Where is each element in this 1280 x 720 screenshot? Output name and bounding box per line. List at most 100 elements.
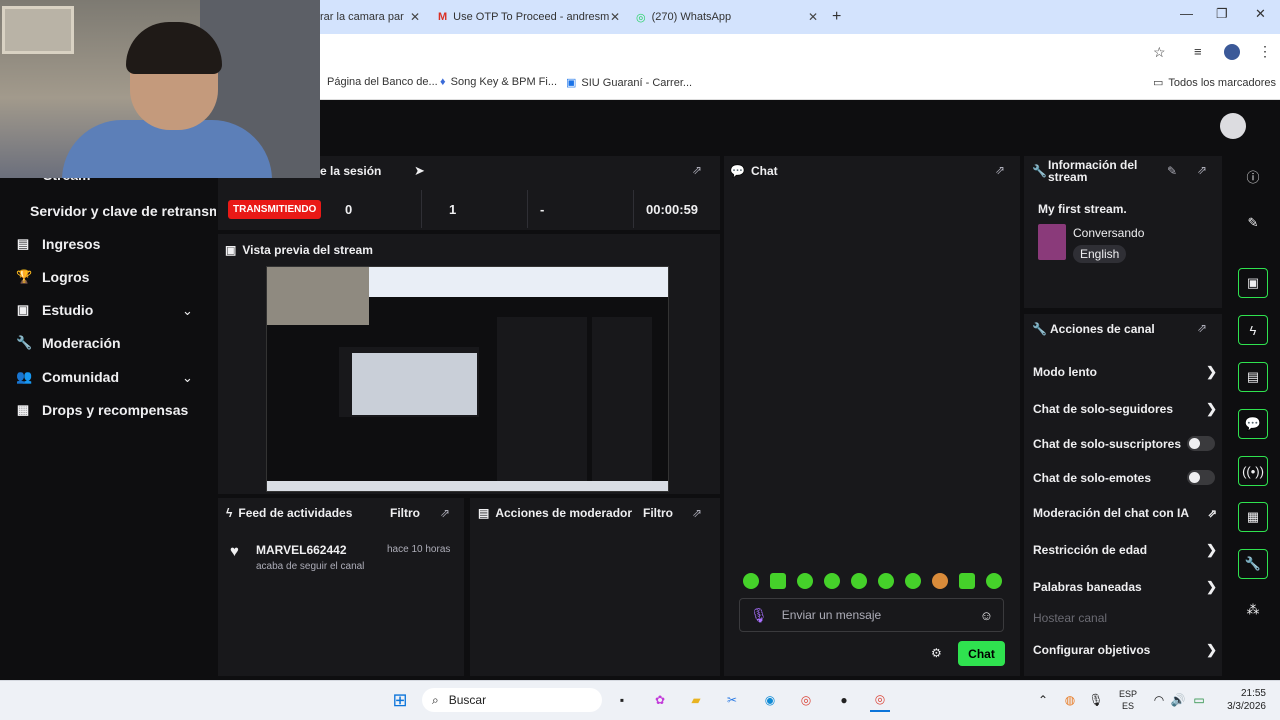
trophy-icon: 🏆 bbox=[16, 269, 33, 284]
clip-icon[interactable]: ▣ bbox=[1238, 268, 1268, 298]
popout-icon[interactable]: ⇗ bbox=[995, 163, 1005, 177]
task-view-icon[interactable]: ▪ bbox=[612, 688, 632, 712]
action-slow-mode[interactable]: Modo lento ❯ bbox=[1033, 364, 1217, 380]
info-icon[interactable]: ⓘ bbox=[1238, 161, 1268, 191]
new-tab-button[interactable]: + bbox=[832, 8, 841, 26]
popout-icon[interactable]: ⇗ bbox=[1197, 163, 1207, 177]
browser-tab[interactable]: ◎ (270) WhatsApp ✕ bbox=[630, 4, 824, 30]
battery-icon[interactable]: ▭ bbox=[1190, 688, 1208, 712]
wifi-icon[interactable]: ◠ bbox=[1150, 688, 1168, 712]
nav-item-logros[interactable]: 🏆 Logros bbox=[16, 269, 89, 285]
emoji-icon[interactable]: ☺ bbox=[980, 608, 993, 623]
action-followers-only[interactable]: Chat de solo-seguidores ❯ bbox=[1033, 401, 1217, 417]
toggle-switch[interactable] bbox=[1187, 470, 1215, 485]
nav-item-estudio[interactable]: ▣ Estudio bbox=[16, 302, 94, 318]
emote[interactable] bbox=[770, 573, 786, 589]
mod-filter-button[interactable]: Filtro bbox=[643, 506, 673, 520]
toggle-switch[interactable] bbox=[1187, 436, 1215, 451]
language-tag[interactable]: English bbox=[1073, 245, 1127, 263]
community-icon: 👥 bbox=[16, 369, 33, 384]
star-icon[interactable]: ☆ bbox=[1153, 44, 1166, 61]
emote[interactable] bbox=[932, 573, 948, 589]
chat-input-box[interactable]: 🎙 ☺ bbox=[739, 598, 1004, 632]
browser-tab[interactable]: M Use OTP To Proceed - andresm ✕ bbox=[430, 4, 626, 30]
nav-item-moderacion[interactable]: 🔧 Moderación bbox=[16, 335, 121, 351]
action-ai-moderation[interactable]: Moderación del chat con IA ⇗ bbox=[1033, 506, 1217, 520]
emote[interactable] bbox=[797, 573, 813, 589]
chrome-icon[interactable]: ◎ bbox=[796, 688, 816, 712]
feed-filter-button[interactable]: Filtro bbox=[390, 506, 420, 520]
action-subscribers-only[interactable]: Chat de solo-suscriptores bbox=[1033, 436, 1217, 451]
emote[interactable] bbox=[878, 573, 894, 589]
action-age-restriction[interactable]: Restricción de edad ❯ bbox=[1033, 542, 1217, 558]
bookmark[interactable]: Página del Banco de... bbox=[327, 76, 438, 88]
popout-icon[interactable]: ⇗ bbox=[692, 506, 702, 520]
feed-username[interactable]: MARVEL662442 bbox=[256, 543, 347, 557]
webcam-overlay bbox=[0, 0, 320, 178]
clock[interactable]: 21:55 3/3/2026 bbox=[1222, 687, 1266, 713]
windows-start-icon[interactable]: ⊞ bbox=[388, 688, 412, 712]
emote[interactable] bbox=[851, 573, 867, 589]
chevron-down-icon[interactable]: ⌄ bbox=[182, 370, 193, 386]
volume-icon[interactable]: 🔊 bbox=[1170, 688, 1186, 712]
bookmark[interactable]: ♦ Song Key & BPM Fi... bbox=[440, 76, 557, 88]
emote[interactable] bbox=[824, 573, 840, 589]
microphone-icon[interactable]: 🎙 bbox=[750, 607, 768, 624]
nav-item-server-key[interactable]: Servidor y clave de retransm bbox=[30, 203, 216, 219]
file-explorer-icon[interactable]: ▰ bbox=[686, 688, 706, 712]
minimize-icon[interactable]: — bbox=[1180, 6, 1193, 21]
emote[interactable] bbox=[905, 573, 921, 589]
taskbar-search[interactable]: ⌕ Buscar bbox=[422, 688, 602, 712]
media-icon[interactable]: ≡ bbox=[1194, 44, 1202, 59]
emote[interactable] bbox=[743, 573, 759, 589]
chat-bubble-icon[interactable]: 💬 bbox=[1238, 409, 1268, 439]
edge-icon[interactable]: ◉ bbox=[760, 688, 780, 712]
broadcast-icon[interactable]: ((•)) bbox=[1238, 456, 1268, 486]
chat-send-button[interactable]: Chat bbox=[958, 641, 1005, 666]
stream-category[interactable]: Conversando bbox=[1073, 226, 1144, 240]
stream-preview-video[interactable] bbox=[266, 266, 669, 492]
nav-item-comunidad[interactable]: 👥 Comunidad bbox=[16, 369, 119, 385]
more-icon[interactable]: ⋮ bbox=[1258, 43, 1272, 60]
chevron-up-icon[interactable]: ⌃ bbox=[1036, 688, 1050, 712]
close-window-icon[interactable]: ✕ bbox=[1255, 6, 1266, 22]
lightning-icon[interactable]: ϟ bbox=[1238, 315, 1268, 345]
video-icon[interactable]: ▦ bbox=[1238, 502, 1268, 532]
chevron-down-icon[interactable]: ⌄ bbox=[182, 303, 193, 319]
emote[interactable] bbox=[959, 573, 975, 589]
close-icon[interactable]: ✕ bbox=[808, 10, 824, 24]
action-emotes-only[interactable]: Chat de solo-emotes bbox=[1033, 470, 1217, 485]
microphone-icon[interactable]: 🎙 bbox=[1088, 688, 1104, 712]
all-bookmarks[interactable]: ▭ Todos los marcadores bbox=[1153, 76, 1276, 90]
edit-pencil-icon[interactable]: ✎ bbox=[1167, 164, 1177, 178]
tray-app-icon[interactable]: ◍ bbox=[1062, 688, 1078, 712]
popout-icon[interactable]: ⇗ bbox=[440, 506, 450, 520]
bookmark[interactable]: ▣ SIU Guaraní - Carrer... bbox=[566, 76, 692, 90]
action-goals[interactable]: Configurar objetivos ❯ bbox=[1033, 642, 1217, 658]
settings-gear-icon[interactable]: ⚙ bbox=[931, 646, 942, 660]
profile-avatar[interactable] bbox=[1224, 44, 1240, 60]
maximize-icon[interactable]: ❐ bbox=[1216, 6, 1228, 22]
obs-icon[interactable]: ● bbox=[834, 688, 854, 712]
copilot-icon[interactable]: ✿ bbox=[650, 688, 670, 712]
nav-item-drops[interactable]: ▦ Drops y recompensas bbox=[16, 402, 188, 418]
edit-pencil-icon[interactable]: ✎ bbox=[1238, 208, 1268, 238]
feed-panel bbox=[218, 498, 464, 676]
studio-icon: ▣ bbox=[16, 302, 30, 317]
language-indicator[interactable]: ESP ES bbox=[1119, 688, 1137, 712]
extensions-icon[interactable]: ⁂ bbox=[1238, 595, 1268, 625]
browser-tab[interactable]: rar la camara par ✕ bbox=[320, 4, 426, 30]
chat-input[interactable] bbox=[781, 608, 966, 622]
snipping-tool-icon[interactable]: ✂ bbox=[722, 688, 742, 712]
nav-item-ingresos[interactable]: ▤ Ingresos bbox=[16, 236, 101, 252]
popout-icon[interactable]: ⇗ bbox=[692, 163, 702, 177]
wrench-icon[interactable]: 🔧 bbox=[1238, 549, 1268, 579]
emote[interactable] bbox=[986, 573, 1002, 589]
close-icon[interactable]: ✕ bbox=[610, 10, 626, 24]
close-icon[interactable]: ✕ bbox=[410, 10, 426, 24]
chrome-active-icon[interactable]: ◎ bbox=[870, 688, 890, 712]
user-avatar[interactable] bbox=[1220, 113, 1246, 139]
action-banned-words[interactable]: Palabras baneadas ❯ bbox=[1033, 579, 1217, 595]
popout-icon[interactable]: ⇗ bbox=[1197, 321, 1207, 335]
document-icon[interactable]: ▤ bbox=[1238, 362, 1268, 392]
